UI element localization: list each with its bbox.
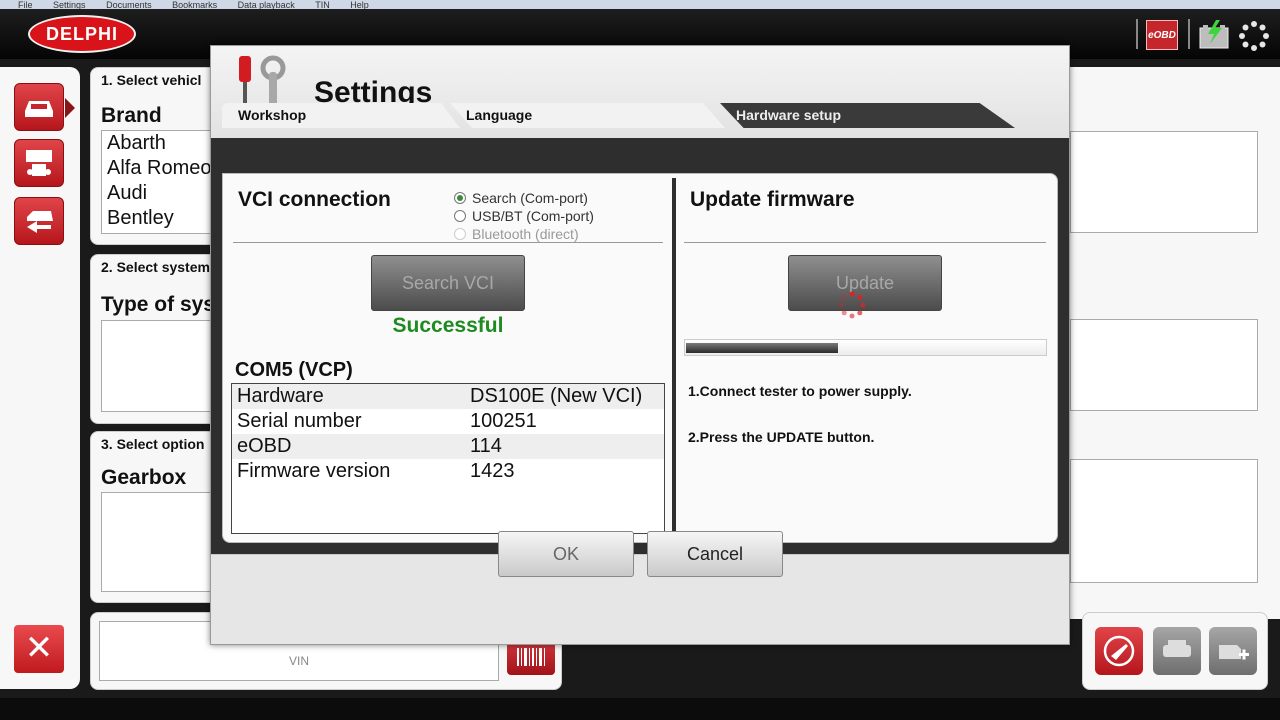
status-strip bbox=[0, 698, 1280, 720]
menu-tin[interactable]: TIN bbox=[315, 1, 330, 10]
radio-search-com-port[interactable]: Search (Com-port) bbox=[454, 189, 588, 207]
row-value: 114 bbox=[470, 435, 502, 457]
flight-recorder-button[interactable] bbox=[1095, 627, 1143, 675]
diagnostics-button[interactable] bbox=[14, 139, 64, 187]
radio-bluetooth-direct: Bluetooth (direct) bbox=[454, 225, 579, 243]
car-service-icon bbox=[1163, 640, 1191, 657]
radio-indicator bbox=[454, 210, 466, 223]
add-engine-button[interactable] bbox=[1209, 627, 1257, 675]
radio-indicator bbox=[454, 192, 466, 205]
radio-indicator bbox=[454, 228, 466, 241]
cancel-button[interactable]: Cancel bbox=[647, 531, 783, 577]
quick-actions-panel bbox=[1082, 612, 1268, 690]
update-firmware-title: Update firmware bbox=[690, 188, 855, 211]
right-info-box bbox=[1070, 459, 1258, 583]
radio-usb-bt-com-port[interactable]: USB/BT (Com-port) bbox=[454, 207, 594, 225]
instruction-step-2: 2.Press the UPDATE button. bbox=[688, 429, 875, 445]
connection-status: Successful bbox=[392, 314, 504, 337]
loading-icon bbox=[1239, 21, 1269, 51]
firmware-progress-bar bbox=[684, 339, 1047, 356]
brand-label: Brand bbox=[101, 104, 162, 127]
table-row: Hardware DS100E (New VCI) bbox=[232, 384, 664, 409]
engine-add-icon bbox=[1219, 645, 1249, 660]
radio-label: Bluetooth (direct) bbox=[472, 226, 579, 242]
system-panel-title: 2. Select system bbox=[101, 259, 210, 275]
tab-workshop[interactable]: Workshop bbox=[222, 103, 460, 128]
left-sidebar bbox=[0, 67, 80, 689]
divider-line bbox=[684, 242, 1046, 243]
row-key: Hardware bbox=[237, 385, 324, 407]
system-type-label: Type of sys bbox=[101, 293, 215, 316]
row-value: 100251 bbox=[470, 410, 537, 432]
row-value: 1423 bbox=[470, 460, 515, 482]
vehicle-select-button[interactable] bbox=[14, 83, 75, 131]
battery-charge-icon bbox=[1199, 20, 1229, 49]
options-panel-title: 3. Select option bbox=[101, 436, 205, 452]
menu-bookmarks[interactable]: Bookmarks bbox=[172, 1, 217, 10]
eobd-icon[interactable]: eOBD bbox=[1146, 20, 1178, 50]
delphi-logo: DELPHI bbox=[28, 15, 136, 53]
progress-fill bbox=[686, 343, 838, 353]
right-info-box bbox=[1070, 319, 1258, 411]
table-row: Serial number 100251 bbox=[232, 409, 664, 434]
radio-label: Search (Com-port) bbox=[472, 190, 588, 206]
row-key: eOBD bbox=[237, 435, 292, 457]
car-icon bbox=[25, 101, 53, 117]
section-divider bbox=[672, 178, 676, 542]
menu-bar: File Settings Documents Bookmarks Data p… bbox=[0, 0, 1280, 9]
vci-info-table: Hardware DS100E (New VCI) Serial number … bbox=[231, 383, 665, 534]
plane-icon bbox=[1103, 635, 1135, 667]
radio-label: USB/BT (Com-port) bbox=[472, 208, 594, 224]
vin-label: VIN bbox=[288, 654, 309, 668]
loading-spinner-icon bbox=[838, 291, 866, 319]
menu-help[interactable]: Help bbox=[350, 1, 369, 10]
toolbar-divider bbox=[1136, 19, 1138, 49]
toolbar-divider bbox=[1188, 19, 1190, 49]
dialog-footer bbox=[211, 554, 1069, 644]
divider-line bbox=[233, 242, 663, 243]
menu-documents[interactable]: Documents bbox=[106, 1, 152, 10]
close-icon: ✕ bbox=[24, 629, 54, 667]
right-panel bbox=[1070, 67, 1280, 619]
instruction-step-1: 1.Connect tester to power supply. bbox=[688, 383, 912, 399]
com-port-caption: COM5 (VCP) bbox=[235, 359, 353, 381]
car-back-icon bbox=[27, 211, 53, 233]
menu-file[interactable]: File bbox=[18, 1, 33, 10]
exit-button[interactable]: ✕ bbox=[14, 625, 64, 673]
gearbox-label: Gearbox bbox=[101, 466, 187, 489]
menu-settings[interactable]: Settings bbox=[53, 1, 86, 10]
table-row: Firmware version 1423 bbox=[232, 459, 664, 484]
menu-data-playback[interactable]: Data playback bbox=[238, 1, 295, 10]
vehicle-service-button[interactable] bbox=[1153, 627, 1201, 675]
vehicle-panel-title: 1. Select vehicl bbox=[101, 72, 202, 88]
car-diagnostics-icon bbox=[26, 150, 52, 176]
tab-hardware-setup[interactable]: Hardware setup bbox=[720, 103, 1015, 128]
tab-language[interactable]: Language bbox=[450, 103, 725, 128]
table-row: eOBD 114 bbox=[232, 434, 664, 459]
search-vci-button[interactable]: Search VCI bbox=[371, 255, 525, 311]
row-key: Firmware version bbox=[237, 460, 391, 482]
row-key: Serial number bbox=[237, 410, 362, 432]
barcode-icon bbox=[517, 648, 545, 666]
vci-connection-title: VCI connection bbox=[238, 188, 391, 211]
right-info-box bbox=[1070, 131, 1258, 233]
row-value: DS100E (New VCI) bbox=[470, 385, 643, 407]
ok-button[interactable]: OK bbox=[498, 531, 634, 577]
vehicle-history-button[interactable] bbox=[14, 197, 64, 245]
